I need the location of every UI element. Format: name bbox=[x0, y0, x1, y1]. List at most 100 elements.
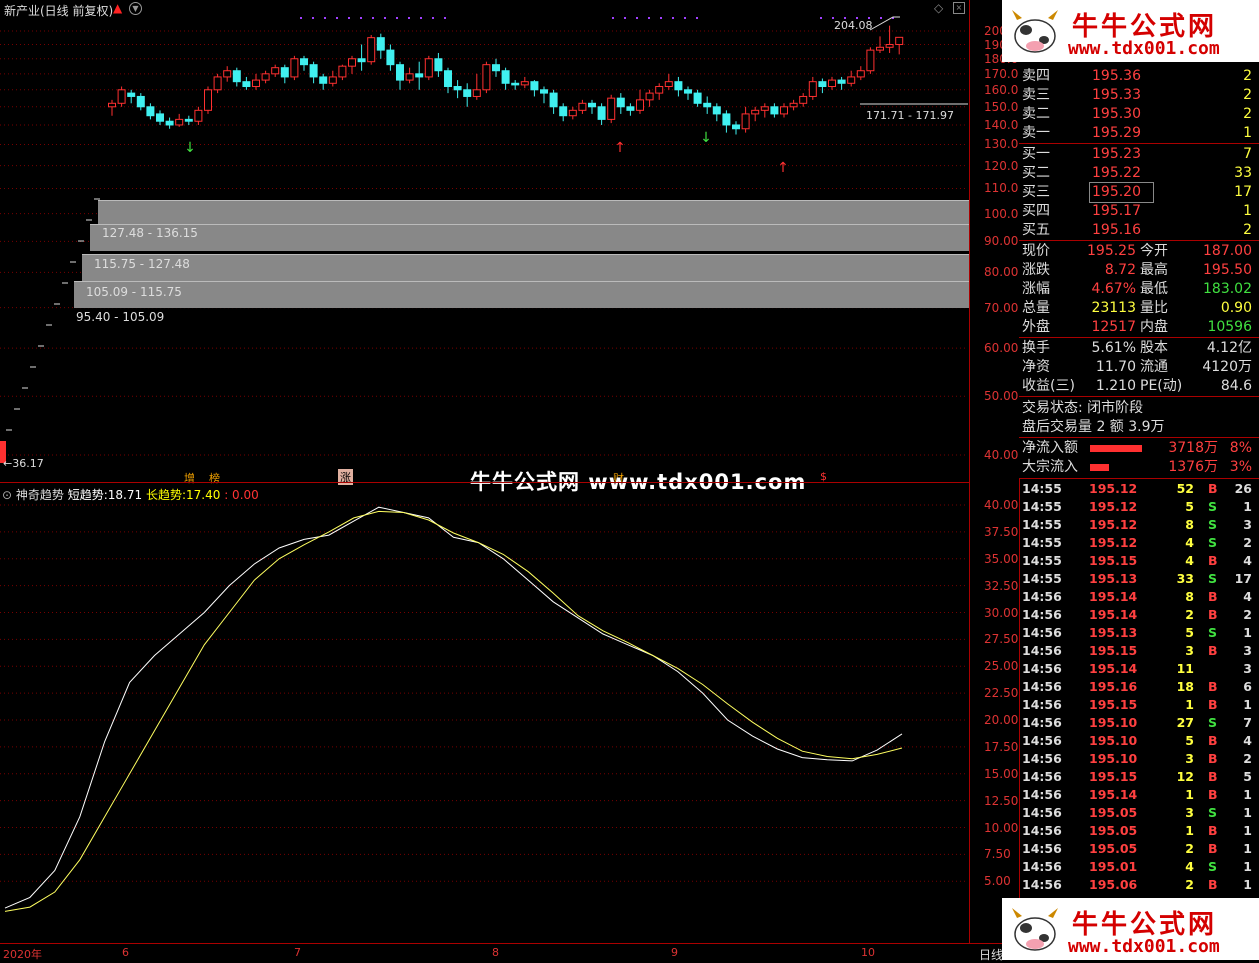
tick-count: 17 bbox=[1234, 571, 1252, 586]
ask-price: 195.30 bbox=[1092, 106, 1141, 122]
ask-volume: 1 bbox=[1243, 125, 1252, 141]
price-band-3 bbox=[82, 254, 970, 281]
cow-logo-icon bbox=[1012, 10, 1058, 53]
candle-body bbox=[616, 97, 625, 108]
tick-time: 14:56 bbox=[1022, 823, 1062, 838]
candle-body bbox=[165, 120, 174, 126]
tick-side: B bbox=[1208, 877, 1218, 892]
bid-row[interactable]: 买三 195.20 17 bbox=[1022, 182, 1256, 203]
candle-body bbox=[655, 86, 664, 94]
candle-body bbox=[357, 58, 366, 63]
candle-body bbox=[300, 58, 308, 66]
candle-body bbox=[405, 73, 414, 81]
bid-volume: 17 bbox=[1234, 184, 1252, 200]
tick-row: 14:55 195.13 33 S 17 bbox=[1022, 570, 1256, 588]
bid-row[interactable]: 买二 195.22 33 bbox=[1022, 164, 1256, 183]
ask-row[interactable]: 卖四 195.36 2 bbox=[1022, 67, 1256, 86]
divider bbox=[1019, 337, 1259, 338]
candle-body bbox=[261, 73, 270, 81]
bid-row[interactable]: 买一 195.23 7 bbox=[1022, 145, 1256, 164]
tick-price: 195.12 bbox=[1089, 517, 1138, 532]
price-axis-label: 70.00 bbox=[984, 300, 1019, 315]
tick-price: 195.15 bbox=[1089, 769, 1138, 784]
event-dot bbox=[624, 17, 626, 19]
price-band-label: 115.75 - 127.48 bbox=[94, 257, 190, 271]
quote-label: 今开 bbox=[1140, 243, 1168, 259]
trade-status: 交易状态: 闭市阶段 bbox=[1022, 399, 1256, 418]
candle-body bbox=[674, 81, 683, 91]
bid-row[interactable]: 买五 195.16 2 bbox=[1022, 221, 1256, 240]
cow-logo-icon bbox=[1012, 908, 1058, 951]
tick-side: S bbox=[1208, 535, 1218, 550]
ask-row[interactable]: 卖二 195.30 2 bbox=[1022, 105, 1256, 124]
high-price-annotation: 204.08 bbox=[834, 19, 873, 32]
tick-time: 14:56 bbox=[1022, 661, 1062, 676]
candle-body bbox=[530, 81, 539, 91]
indicator-axis-label: 17.50 bbox=[984, 739, 1019, 754]
candle-body bbox=[376, 37, 385, 51]
price-axis-label: 110.0 bbox=[984, 181, 1019, 196]
candle-body bbox=[184, 118, 193, 122]
ask-label: 卖三 bbox=[1022, 87, 1050, 103]
tick-price: 195.12 bbox=[1089, 499, 1138, 514]
tick-volume: 3 bbox=[1185, 643, 1194, 658]
candle-body bbox=[223, 70, 232, 78]
bid-volume: 33 bbox=[1234, 165, 1252, 181]
tick-row: 14:56 195.14 2 B 2 bbox=[1022, 606, 1256, 624]
candle-body bbox=[472, 89, 481, 97]
panel-left-border bbox=[1019, 478, 1020, 898]
after-hours-text: 盘后交易量 2 额 3.9万 bbox=[1022, 419, 1165, 435]
indicator-line-short bbox=[4, 506, 903, 909]
tick-row: 14:56 195.06 2 B 1 bbox=[1022, 876, 1256, 894]
candle-body bbox=[501, 70, 510, 84]
close-icon[interactable]: × bbox=[953, 2, 965, 14]
tick-count: 3 bbox=[1243, 517, 1252, 532]
event-dot bbox=[420, 17, 422, 19]
candle-body bbox=[712, 106, 721, 115]
candle-body bbox=[492, 64, 500, 72]
event-dot bbox=[820, 17, 822, 19]
candle-body bbox=[424, 58, 433, 78]
indicator-chart[interactable] bbox=[0, 483, 970, 943]
flow-label: 大宗流入 bbox=[1022, 459, 1078, 475]
tick-volume: 3 bbox=[1185, 805, 1194, 820]
ask-row[interactable]: 卖三 195.33 2 bbox=[1022, 86, 1256, 105]
tick-row: 14:56 195.14 11 3 bbox=[1022, 660, 1256, 678]
indicator-axis-label: 30.00 bbox=[984, 605, 1019, 620]
fundamental-value: 1.210 bbox=[1095, 378, 1136, 394]
quote-value: 0.90 bbox=[1220, 300, 1252, 316]
chevron-down-icon[interactable]: ▼ bbox=[129, 2, 142, 15]
tick-time: 14:56 bbox=[1022, 679, 1062, 694]
ask-row[interactable]: 卖一 195.29 1 bbox=[1022, 124, 1256, 143]
tick-count: 1 bbox=[1243, 823, 1252, 838]
candle-body bbox=[117, 89, 126, 104]
quote-value: 23113 bbox=[1091, 300, 1136, 316]
tick-row: 14:56 195.10 3 B 2 bbox=[1022, 750, 1256, 768]
tick-side: B bbox=[1208, 679, 1218, 694]
tick-side: B bbox=[1208, 841, 1218, 856]
date-axis-month: 6 bbox=[122, 946, 129, 959]
tick-volume: 1 bbox=[1185, 823, 1194, 838]
bid-row[interactable]: 买四 195.17 1 bbox=[1022, 202, 1256, 221]
tick-volume: 4 bbox=[1185, 859, 1194, 874]
tick-time: 14:56 bbox=[1022, 841, 1062, 856]
tick-time: 14:55 bbox=[1022, 499, 1062, 514]
tick-price: 195.12 bbox=[1089, 481, 1138, 496]
tick-side: B bbox=[1208, 823, 1218, 838]
period-label[interactable]: 日线 bbox=[979, 946, 1003, 963]
tick-count: 3 bbox=[1243, 661, 1252, 676]
event-dot bbox=[372, 17, 374, 19]
date-axis-month: 7 bbox=[294, 946, 301, 959]
tick-volume: 2 bbox=[1185, 607, 1194, 622]
flow-value: 3718万 bbox=[1168, 440, 1218, 456]
flow-label: 净流入额 bbox=[1022, 440, 1078, 456]
event-dot bbox=[880, 17, 882, 19]
price-axis-label: 90.00 bbox=[984, 234, 1019, 249]
tick-side: B bbox=[1208, 643, 1218, 658]
event-dot bbox=[636, 17, 638, 19]
tick-row: 14:56 195.15 3 B 3 bbox=[1022, 642, 1256, 660]
event-dot bbox=[312, 17, 314, 19]
quote-label: 涨跌 bbox=[1022, 262, 1050, 278]
tick-row: 14:56 195.05 1 B 1 bbox=[1022, 822, 1256, 840]
diamond-icon[interactable]: ◇ bbox=[934, 1, 943, 15]
